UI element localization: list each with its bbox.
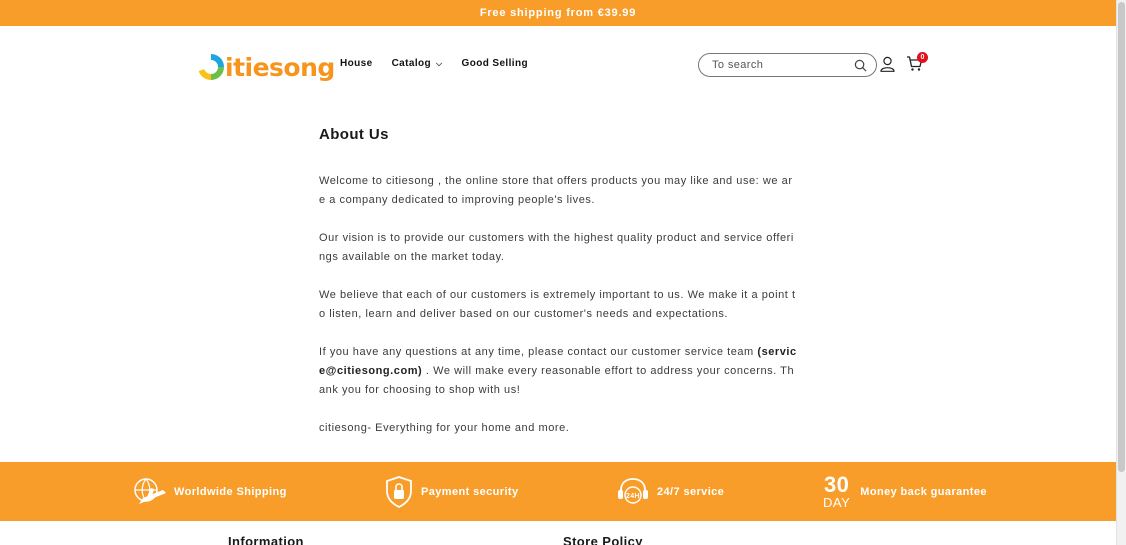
- feature-label: Money back guarantee: [860, 485, 987, 498]
- shield-lock-icon: [386, 475, 412, 508]
- site-logo[interactable]: itiesong: [198, 50, 335, 84]
- about-paragraph-3: We believe that each of our customers is…: [319, 289, 796, 320]
- about-paragraph-1: Welcome to citiesong , the online store …: [319, 175, 793, 206]
- feature-payment-security: Payment security: [384, 462, 519, 521]
- footer-heading-store-policy: Store Policy: [563, 534, 643, 545]
- footer: Information Store Policy: [0, 521, 1116, 545]
- footer-heading-information: Information: [228, 534, 304, 545]
- about-paragraph-4: If you have any questions at any time, p…: [319, 343, 799, 400]
- plane-globe-icon: [134, 477, 166, 504]
- nav-label: House: [340, 58, 373, 69]
- nav-item-good-selling[interactable]: Good Selling: [462, 58, 528, 69]
- 30-day-icon: 30 DAY: [823, 472, 851, 510]
- search-input[interactable]: [712, 59, 842, 71]
- about-content: About Us Welcome to citiesong , the onli…: [319, 126, 799, 457]
- logo-mark-icon: [198, 54, 224, 80]
- account-icon[interactable]: [880, 56, 895, 72]
- nav-label: Good Selling: [461, 58, 528, 69]
- site-header: itiesong House Catalog ⌵ Good Selling 0: [0, 26, 1116, 106]
- feature-service: 24H 24/7 service: [616, 462, 724, 521]
- day-number: 30: [823, 472, 850, 497]
- main-nav: House Catalog ⌵ Good Selling: [340, 58, 547, 69]
- cart-count-badge: 0: [917, 52, 928, 63]
- feature-label: Worldwide Shipping: [174, 485, 287, 498]
- logo-text: itiesong: [225, 52, 335, 82]
- nav-item-house[interactable]: House: [340, 58, 373, 69]
- search-icon[interactable]: [854, 59, 867, 72]
- page-scrollbar[interactable]: [1116, 0, 1126, 545]
- announcement-text: Free shipping from €39.99: [479, 7, 637, 19]
- contact-text: If you have any questions at any time, p…: [319, 346, 758, 358]
- announcement-bar: Free shipping from €39.99: [0, 0, 1116, 26]
- page-title: About Us: [319, 126, 389, 143]
- feature-label: 24/7 service: [657, 485, 725, 498]
- feature-money-back: 30 DAY Money back guarantee: [823, 462, 987, 521]
- feature-shipping: Worldwide Shipping: [133, 462, 287, 521]
- day-unit: DAY: [823, 495, 851, 510]
- nav-label: Catalog: [391, 58, 432, 69]
- about-paragraph-5: citiesong- Everything for your home and …: [319, 422, 570, 434]
- features-bar: Worldwide Shipping Payment security 24H …: [0, 462, 1116, 521]
- feature-label: Payment security: [421, 485, 519, 498]
- nav-item-catalog[interactable]: Catalog ⌵: [392, 58, 443, 69]
- about-paragraph-2: Our vision is to provide our customers w…: [319, 232, 794, 263]
- headset-24h-text: 24H: [626, 493, 640, 500]
- scrollbar-thumb[interactable]: [1118, 2, 1125, 472]
- chevron-down-icon: ⌵: [436, 58, 443, 68]
- search-box[interactable]: [698, 53, 877, 77]
- headset-24h-icon: 24H: [618, 477, 648, 504]
